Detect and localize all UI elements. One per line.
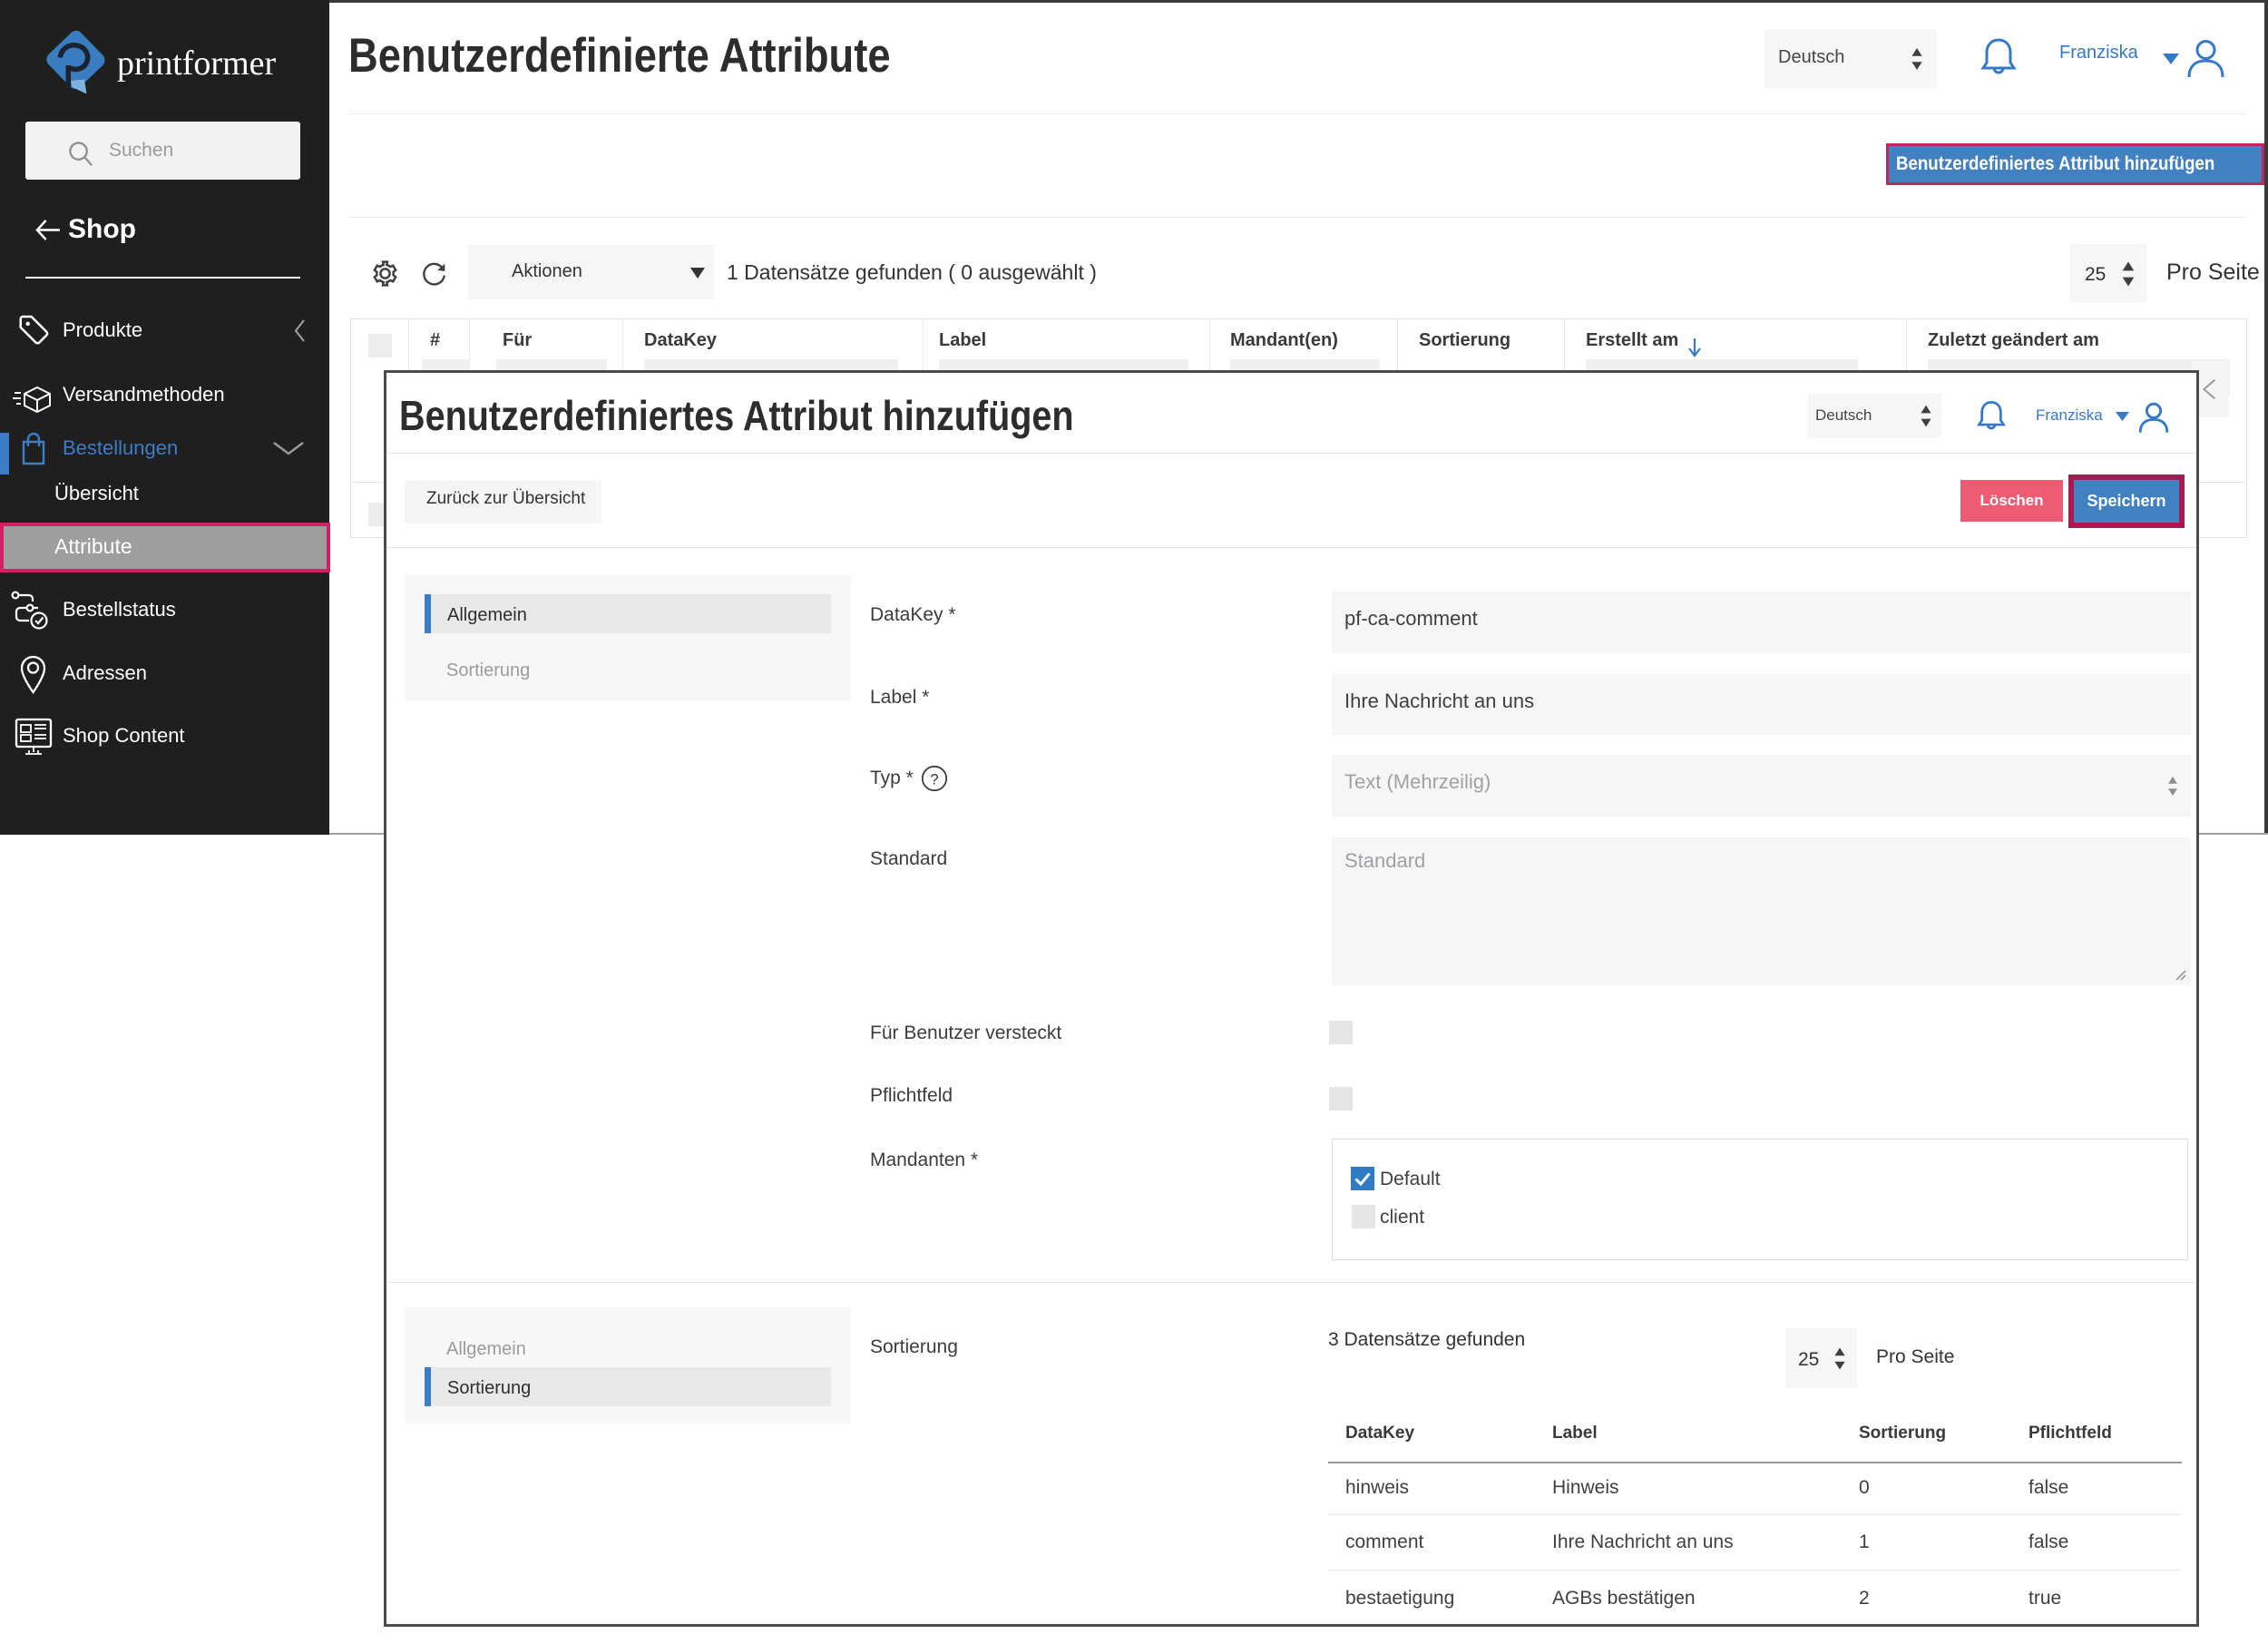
svg-text:?: ? — [930, 771, 938, 788]
